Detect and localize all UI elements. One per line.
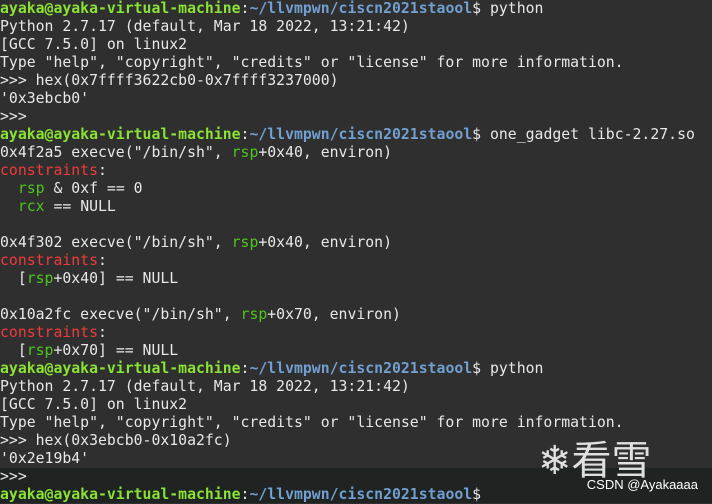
terminal-text: $ python (472, 0, 544, 17)
terminal-line: [rsp+0x70] == NULL (0, 342, 712, 360)
terminal-line: ayaka@ayaka-virtual-machine:~/llvmpwn/ci… (0, 126, 712, 144)
terminal-line: [rsp+0x40] == NULL (0, 270, 712, 288)
prompt-user-host: ayaka@ayaka-virtual-machine (0, 0, 241, 17)
terminal-line: >>> hex(0x3ebcb0-0x10a2fc) (0, 432, 712, 450)
terminal-line: >>> (0, 108, 712, 126)
terminal-line: Type "help", "copyright", "credits" or "… (0, 414, 712, 432)
terminal-text: >>> (0, 468, 27, 485)
terminal-text: $ (472, 486, 482, 503)
terminal-line: ayaka@ayaka-virtual-machine:~/llvmpwn/ci… (0, 0, 712, 18)
register-name: rcx (17, 198, 45, 215)
register-name: rsp (26, 342, 54, 359)
terminal-text: $ python (472, 360, 544, 377)
constraints-label: constraints (0, 162, 98, 179)
register-name: rsp (26, 270, 54, 287)
terminal-text: [GCC 7.5.0] on linux2 (0, 396, 188, 413)
prompt-path: ~/llvmpwn/ciscn2021staool (249, 360, 473, 377)
register-name: rsp (231, 144, 259, 161)
prompt-path: ~/llvmpwn/ciscn2021staool (249, 126, 473, 143)
terminal-line: >>> (0, 468, 712, 486)
terminal-text: : (98, 324, 107, 341)
terminal-text: >>> hex(0x7ffff3622cb0-0x7ffff3237000) (0, 72, 339, 89)
terminal-line: ayaka@ayaka-virtual-machine:~/llvmpwn/ci… (0, 360, 712, 378)
terminal-text: $ one_gadget libc-2.27.so (472, 126, 695, 143)
register-name: rsp (231, 234, 259, 251)
terminal-text: 0x4f2a5 execve("/bin/sh", (0, 144, 232, 161)
terminal-line: 0x4f302 execve("/bin/sh", rsp+0x40, envi… (0, 234, 712, 252)
terminal-line: '0x3ebcb0' (0, 90, 712, 108)
terminal-line: 0x4f2a5 execve("/bin/sh", rsp+0x40, envi… (0, 144, 712, 162)
terminal-text: '0x3ebcb0' (0, 90, 90, 107)
terminal-text: : (98, 252, 107, 269)
terminal-text: : (98, 162, 107, 179)
terminal-text: +0x40] == NULL (53, 270, 179, 287)
terminal-line: '0x2e19b4' (0, 450, 712, 468)
prompt-path: ~/llvmpwn/ciscn2021staool (249, 486, 473, 503)
terminal-line: constraints: (0, 162, 712, 180)
terminal-text: +0x70] == NULL (53, 342, 179, 359)
prompt-user-host: ayaka@ayaka-virtual-machine (0, 360, 241, 377)
terminal-text: >>> hex(0x3ebcb0-0x10a2fc) (0, 432, 232, 449)
terminal-text: Type "help", "copyright", "credits" or "… (0, 54, 624, 71)
constraints-label: constraints (0, 324, 98, 341)
terminal-line: ayaka@ayaka-virtual-machine:~/llvmpwn/ci… (0, 486, 712, 504)
terminal-text: & 0xf == 0 (44, 180, 143, 197)
terminal-text: 0x10a2fc execve("/bin/sh", (0, 306, 241, 323)
terminal-line: [GCC 7.5.0] on linux2 (0, 396, 712, 414)
prompt-path: ~/llvmpwn/ciscn2021staool (249, 0, 473, 17)
terminal-text: [ (0, 270, 27, 287)
terminal-line: 0x10a2fc execve("/bin/sh", rsp+0x70, env… (0, 306, 712, 324)
prompt-user-host: ayaka@ayaka-virtual-machine (0, 486, 241, 503)
constraints-label: constraints (0, 252, 98, 269)
terminal-text: [GCC 7.5.0] on linux2 (0, 36, 188, 53)
terminal-line: constraints: (0, 324, 712, 342)
terminal-text: +0x70, environ) (267, 306, 401, 323)
terminal-line: Type "help", "copyright", "credits" or "… (0, 54, 712, 72)
terminal-text: == NULL (44, 198, 116, 215)
terminal-text: Python 2.7.17 (default, Mar 18 2022, 13:… (0, 18, 410, 35)
terminal-text: +0x40, environ) (258, 144, 392, 161)
register-name: rsp (240, 306, 268, 323)
terminal-line: Python 2.7.17 (default, Mar 18 2022, 13:… (0, 18, 712, 36)
terminal-line: rsp & 0xf == 0 (0, 180, 712, 198)
terminal-line: constraints: (0, 252, 712, 270)
terminal-line: Python 2.7.17 (default, Mar 18 2022, 13:… (0, 378, 712, 396)
prompt-user-host: ayaka@ayaka-virtual-machine (0, 126, 241, 143)
terminal-line: >>> hex(0x7ffff3622cb0-0x7ffff3237000) (0, 72, 712, 90)
terminal-text: '0x2e19b4' (0, 450, 90, 467)
terminal-text: 0x4f302 execve("/bin/sh", (0, 234, 232, 251)
terminal-text: Python 2.7.17 (default, Mar 18 2022, 13:… (0, 378, 410, 395)
terminal-text: +0x40, environ) (258, 234, 392, 251)
terminal-line: [GCC 7.5.0] on linux2 (0, 36, 712, 54)
terminal-text: [ (0, 342, 27, 359)
register-name: rsp (17, 180, 45, 197)
terminal-line: rcx == NULL (0, 198, 712, 216)
terminal-text: Type "help", "copyright", "credits" or "… (0, 414, 624, 431)
terminal-output[interactable]: ayaka@ayaka-virtual-machine: ~/llvmpwn/ci… (0, 0, 712, 503)
terminal-text: >>> (0, 108, 27, 125)
